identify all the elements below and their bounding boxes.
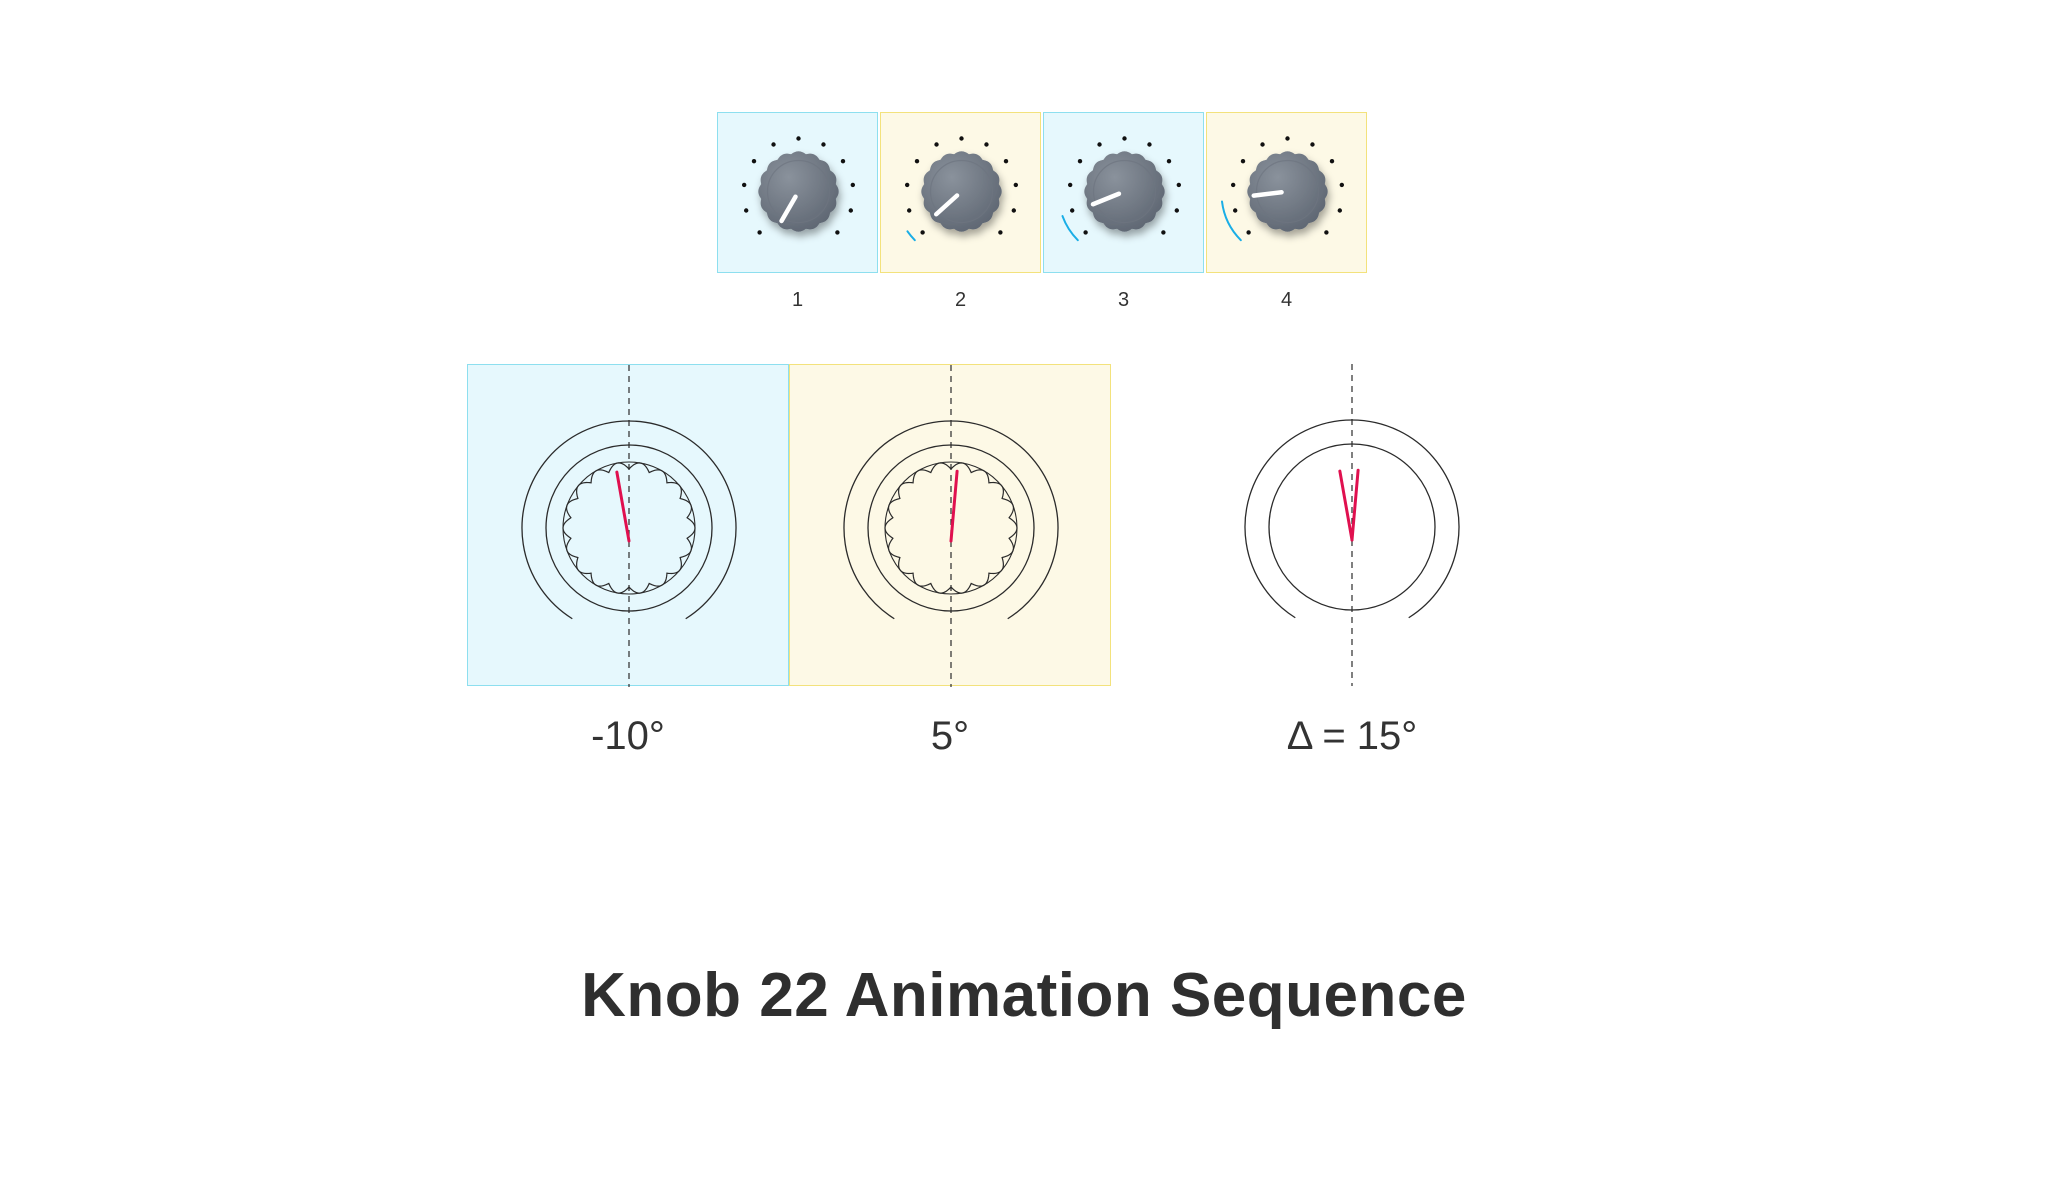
frame-number-label: 3 [1117, 289, 1130, 311]
tick-dot-icon [1122, 136, 1127, 141]
progress-arc-icon [1061, 215, 1079, 242]
tick-dot-icon [914, 158, 920, 164]
frame-number-label: 2 [954, 289, 967, 311]
tick-dot-icon [1013, 182, 1019, 188]
tick-dot-icon [751, 158, 757, 164]
tick-dot-icon [1310, 142, 1315, 147]
delta-diagram [1244, 364, 1460, 686]
tick-dot-icon [1097, 142, 1102, 147]
tick-dot-icon [848, 208, 854, 213]
tick-dot-icon [906, 208, 912, 213]
frame-number-label: 4 [1280, 289, 1293, 311]
tick-dot-icon [771, 142, 776, 147]
knob-icon [904, 136, 1019, 242]
animation-frame-1 [717, 112, 878, 273]
tick-dot-icon [998, 230, 1003, 235]
indicator-line-icon [1350, 468, 1360, 542]
tick-dot-icon [1285, 136, 1290, 141]
tick-dot-icon [1329, 158, 1335, 164]
tick-dot-icon [1232, 208, 1238, 213]
knob-icon [741, 136, 856, 235]
tick-dot-icon [1246, 230, 1251, 235]
tick-dot-icon [743, 208, 749, 213]
progress-arc-icon [1220, 200, 1242, 242]
knob-icon [1220, 136, 1345, 242]
tick-dot-icon [1067, 182, 1073, 188]
indicator-line-icon [615, 470, 631, 543]
tick-dot-icon [984, 142, 989, 147]
tick-dot-icon [1077, 158, 1083, 164]
tick-dot-icon [1174, 208, 1180, 213]
animation-frame-2 [880, 112, 1041, 273]
knob-icon [1061, 136, 1182, 242]
tick-dot-icon [1011, 208, 1017, 213]
detail-panel-delta [1191, 364, 1513, 686]
end-angle-label: 5° [930, 714, 970, 758]
tick-dot-icon [1083, 230, 1088, 235]
tick-dot-icon [1337, 208, 1343, 213]
tick-dot-icon [741, 182, 747, 188]
tick-dot-icon [1240, 158, 1246, 164]
detail-panel-end [789, 364, 1111, 687]
tick-dot-icon [920, 230, 925, 235]
knob-outline-diagram-start [521, 365, 737, 687]
tick-dot-icon [1161, 230, 1166, 235]
delta-angle-label: Δ = 15° [1286, 714, 1418, 758]
tick-dot-icon [821, 142, 826, 147]
tick-dot-icon [757, 230, 762, 235]
tick-dot-icon [1339, 182, 1345, 188]
indicator-line-icon [1338, 469, 1354, 542]
tick-dot-icon [934, 142, 939, 147]
tick-dot-icon [835, 230, 840, 235]
tick-dot-icon [1069, 208, 1075, 213]
knob-outline-diagram-end [843, 365, 1059, 687]
tick-dot-icon [1230, 182, 1236, 188]
indicator-line-icon [949, 469, 959, 543]
tick-dot-icon [904, 182, 910, 188]
tick-dot-icon [1260, 142, 1265, 147]
tick-dot-icon [1324, 230, 1329, 235]
tick-dot-icon [796, 136, 801, 141]
animation-frame-4 [1206, 112, 1367, 273]
detail-panel-start [467, 364, 789, 687]
progress-arc-icon [906, 230, 916, 242]
tick-dot-icon [1003, 158, 1009, 164]
animation-frame-3 [1043, 112, 1204, 273]
tick-dot-icon [850, 182, 856, 188]
tick-dot-icon [1166, 158, 1172, 164]
frame-number-label: 1 [791, 289, 804, 311]
start-angle-label: -10° [591, 714, 665, 758]
tick-dot-icon [1147, 142, 1152, 147]
tick-dot-icon [959, 136, 964, 141]
tick-dot-icon [1176, 182, 1182, 188]
tick-dot-icon [840, 158, 846, 164]
page-title: Knob 22 Animation Sequence [581, 961, 1467, 1030]
